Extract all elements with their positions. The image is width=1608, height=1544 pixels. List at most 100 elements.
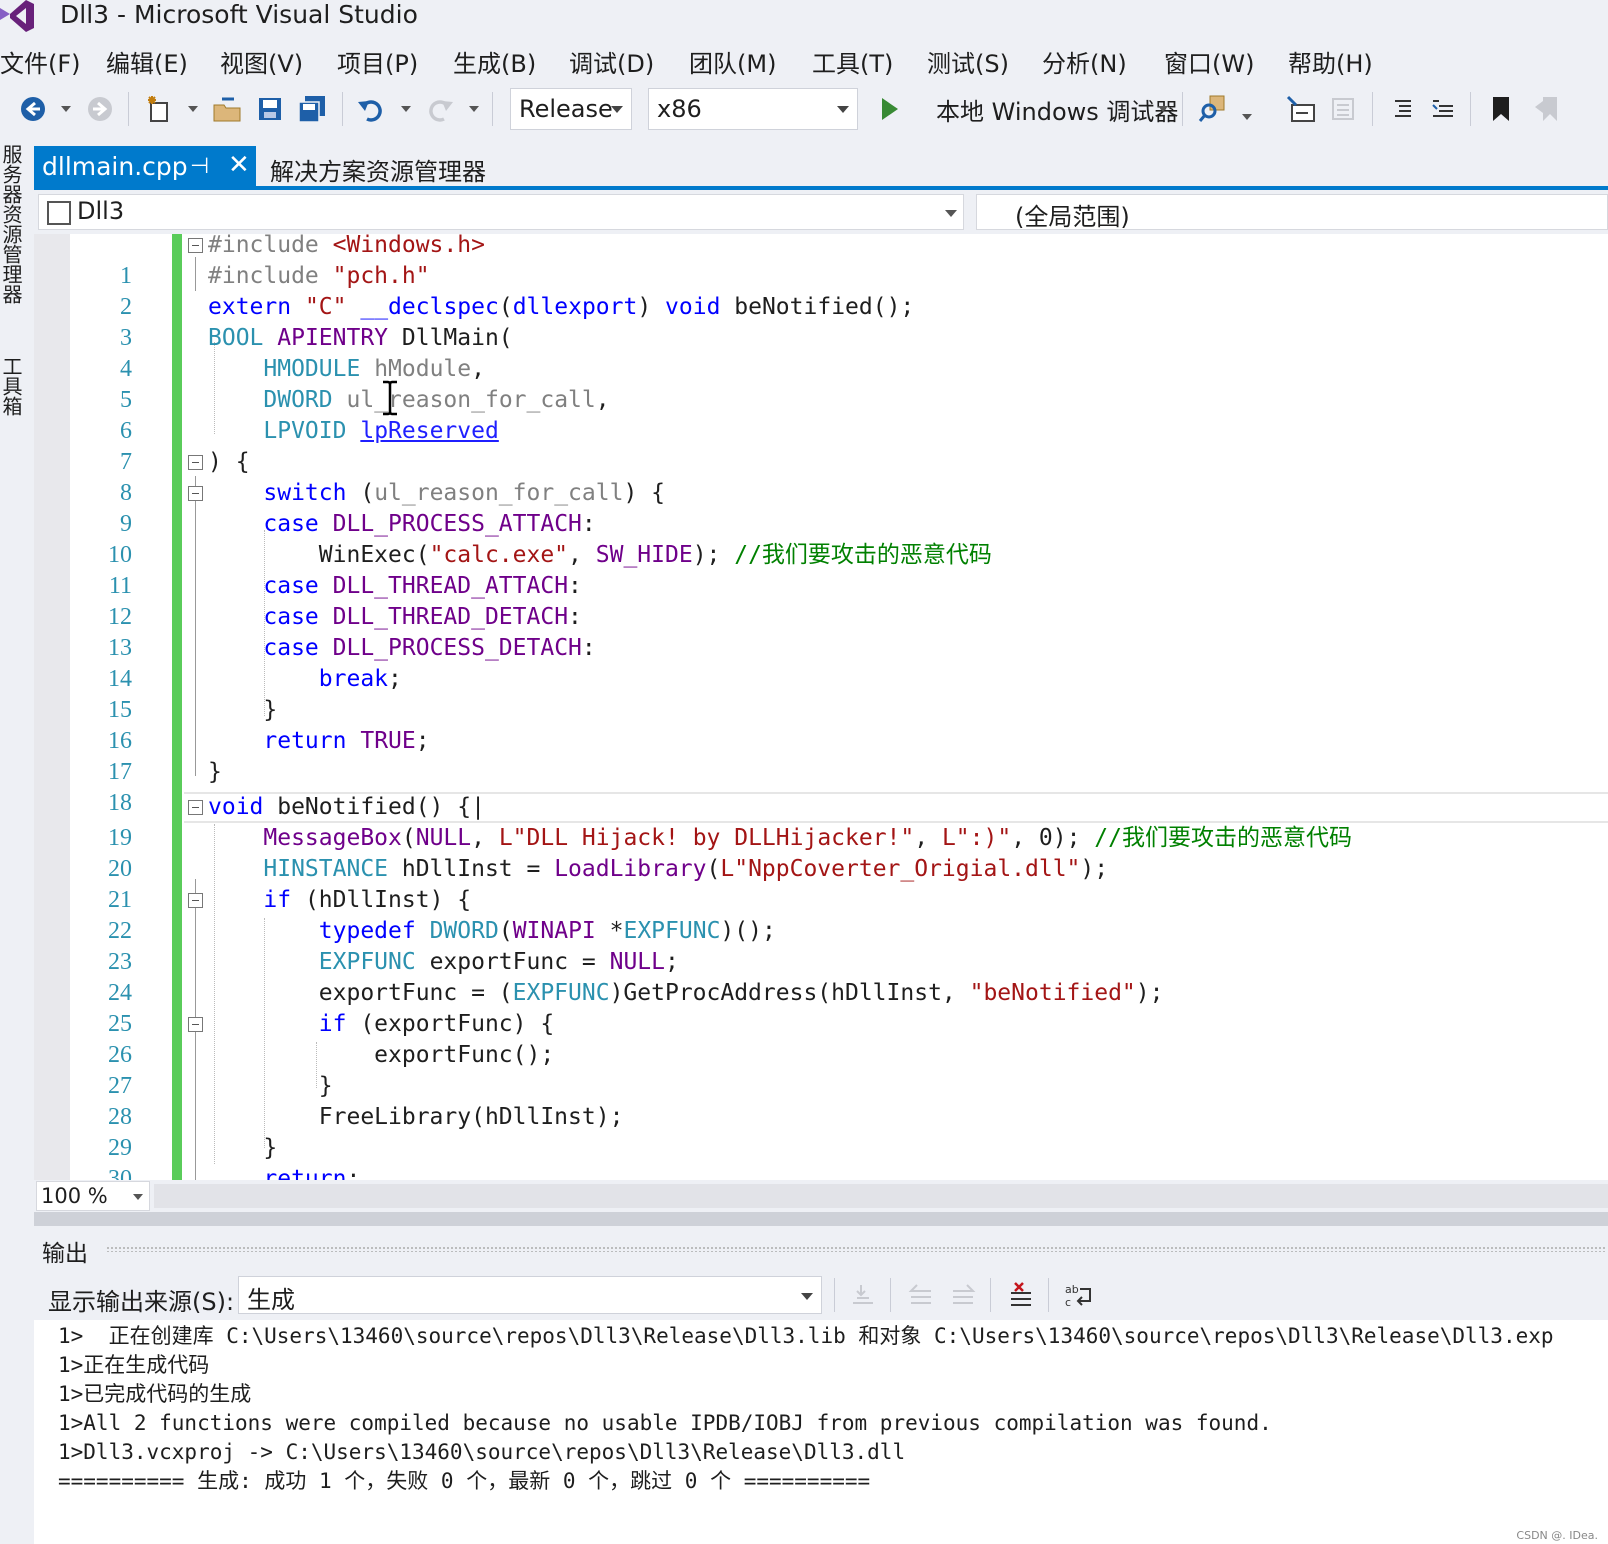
standard-toolbar: Release x86 本地 Windows 调试器 (0, 84, 1608, 134)
collapse-icon[interactable] (188, 455, 203, 470)
code-line: 22 if (hDllInst) { (108, 887, 472, 944)
new-project-icon[interactable] (144, 94, 174, 124)
comment-lines-icon[interactable] (1386, 94, 1416, 124)
bookmark-icon[interactable] (1486, 94, 1516, 124)
scope-dropdown[interactable]: (全局范围) (976, 194, 1608, 231)
pin-tab-icon[interactable]: ⊣ (190, 154, 209, 179)
solution-configuration-select[interactable]: Release (510, 88, 632, 130)
menu-debug[interactable]: 调试(D) (569, 44, 654, 79)
svg-text:ab: ab (1065, 1283, 1079, 1296)
toggle-word-wrap-icon[interactable]: ab c (1064, 1280, 1094, 1310)
back-dropdown-icon[interactable] (61, 106, 71, 112)
menu-bar: 文件(F) 编辑(E) 视图(V) 项目(P) 生成(B) 调试(D) 团队(M… (0, 40, 1608, 80)
code-line: 16 } (108, 697, 278, 754)
code-line: 15 break; (108, 666, 402, 723)
code-line: 30 } (108, 1135, 278, 1184)
back-icon[interactable] (18, 94, 48, 124)
code-line: 21 HINSTANCE hDllInst = LoadLibrary(L"Np… (108, 856, 1109, 913)
undo-icon[interactable] (356, 94, 386, 124)
output-title: 输出 (42, 1241, 88, 1267)
code-line: 25 exportFunc = (EXPFUNC)GetProcAddress(… (108, 980, 1164, 1037)
code-line: 10 case DLL_PROCESS_ATTACH: (108, 511, 596, 568)
server-explorer-tab[interactable]: 服务器资源管理器 (0, 144, 26, 304)
solution-platform-select[interactable]: x86 (648, 88, 858, 130)
solution-explorer-icon[interactable] (1286, 94, 1316, 124)
chevron-down-icon (837, 106, 849, 113)
code-editor[interactable]: 1 #include <Windows.h> 2 #include "pch.h… (34, 234, 1608, 1184)
output-line: 1>Dll3.vcxproj -> C:\Users\13460\source\… (58, 1440, 906, 1464)
uncomment-lines-icon[interactable] (1428, 94, 1458, 124)
code-line: 24 EXPFUNC exportFunc = NULL; (108, 949, 679, 1006)
save-icon[interactable] (255, 94, 285, 124)
collapse-icon[interactable] (188, 1017, 203, 1032)
debug-target-dropdown-icon[interactable] (1158, 106, 1168, 112)
menu-test[interactable]: 测试(S) (927, 44, 1009, 79)
code-line: 29 FreeLibrary(hDllInst); (108, 1104, 624, 1161)
menu-build[interactable]: 生成(B) (453, 44, 536, 79)
undo-dropdown-icon[interactable] (401, 106, 411, 112)
collapse-icon[interactable] (188, 238, 203, 253)
tab-label: dllmain.cpp (42, 152, 188, 181)
output-source-value: 生成 (247, 1286, 295, 1314)
menu-tools[interactable]: 工具(T) (812, 44, 893, 79)
title-bar: Dll3 - Microsoft Visual Studio (0, 0, 1608, 36)
forward-icon[interactable] (85, 94, 115, 124)
find-in-files-icon[interactable] (1198, 94, 1228, 124)
zoom-value: 100 % (41, 1184, 108, 1208)
horizontal-scrollbar[interactable] (154, 1184, 1608, 1208)
code-line: 7 LPVOID lpReserved (120, 418, 499, 475)
find-message-in-code-icon[interactable] (848, 1280, 878, 1310)
open-file-icon[interactable] (212, 94, 242, 124)
code-line: 8 ) { (120, 449, 250, 506)
project-dropdown[interactable]: Dll3 (38, 194, 964, 230)
chevron-down-icon (133, 1194, 143, 1200)
toolbar-options-dropdown-icon[interactable] (1242, 114, 1252, 120)
redo-icon[interactable] (425, 94, 455, 124)
menu-edit[interactable]: 编辑(E) (106, 44, 188, 79)
previous-message-icon[interactable] (906, 1280, 936, 1310)
redo-dropdown-icon[interactable] (469, 106, 479, 112)
menu-file[interactable]: 文件(F) (0, 44, 81, 79)
collapse-icon[interactable] (188, 800, 203, 815)
menu-project[interactable]: 项目(P) (337, 44, 418, 79)
properties-icon[interactable] (1328, 94, 1358, 124)
clear-all-icon[interactable] (1006, 1280, 1036, 1310)
menu-team[interactable]: 团队(M) (689, 44, 776, 79)
code-line: 28 } (108, 1073, 333, 1130)
code-line: 9 switch (ul_reason_for_call) { (120, 480, 665, 537)
output-text-area[interactable]: 1> 正在创建库 C:\Users\13460\source\repos\Dll… (34, 1320, 1608, 1544)
tab-solution-explorer[interactable]: 解决方案资源管理器 (270, 152, 486, 187)
output-line: 1> 正在创建库 C:\Users\13460\source\repos\Dll… (58, 1324, 1554, 1348)
new-project-dropdown-icon[interactable] (188, 106, 198, 112)
close-tab-icon[interactable]: ✕ (228, 150, 250, 180)
collapse-icon[interactable] (188, 486, 203, 501)
output-source-select[interactable]: 生成 (238, 1276, 822, 1314)
menu-help[interactable]: 帮助(H) (1288, 44, 1373, 79)
menu-window[interactable]: 窗口(W) (1164, 44, 1254, 79)
code-line-current: 19 void beNotified() {| (108, 794, 485, 851)
solution-configuration-value: Release (519, 95, 613, 123)
code-line: 11 WinExec("calc.exe", SW_HIDE); //我们要攻击… (108, 542, 992, 599)
scope-name: (全局范围) (1015, 203, 1130, 231)
code-line: 6 DWORD ul_reason_for_call, (120, 387, 610, 444)
output-line: 1>All 2 functions were compiled because … (58, 1411, 1272, 1435)
zoom-select[interactable]: 100 % (36, 1181, 150, 1211)
tab-dllmain-cpp[interactable]: dllmain.cpp ⊣ ✕ (34, 146, 256, 190)
collapse-icon[interactable] (188, 893, 203, 908)
visual-studio-logo-icon (0, 0, 34, 32)
start-debugging-button[interactable]: 本地 Windows 调试器 (936, 92, 1178, 127)
toolbox-tab[interactable]: 工具箱 (0, 356, 26, 416)
save-all-icon[interactable] (297, 94, 327, 124)
panel-drag-grip[interactable] (106, 1246, 1606, 1252)
project-name: Dll3 (77, 197, 125, 225)
previous-bookmark-icon[interactable] (1532, 94, 1562, 124)
menu-view[interactable]: 视图(V) (220, 44, 303, 79)
svg-text:c: c (1065, 1296, 1071, 1309)
menu-analyze[interactable]: 分析(N) (1042, 44, 1127, 79)
panel-splitter[interactable] (34, 1212, 1608, 1226)
solution-platform-value: x86 (657, 95, 702, 123)
output-line: ========== 生成: 成功 1 个，失败 0 个，最新 0 个，跳过 0… (58, 1469, 871, 1493)
next-message-icon[interactable] (948, 1280, 978, 1310)
chevron-down-icon (801, 1293, 813, 1300)
start-debugging-icon[interactable] (874, 94, 904, 124)
